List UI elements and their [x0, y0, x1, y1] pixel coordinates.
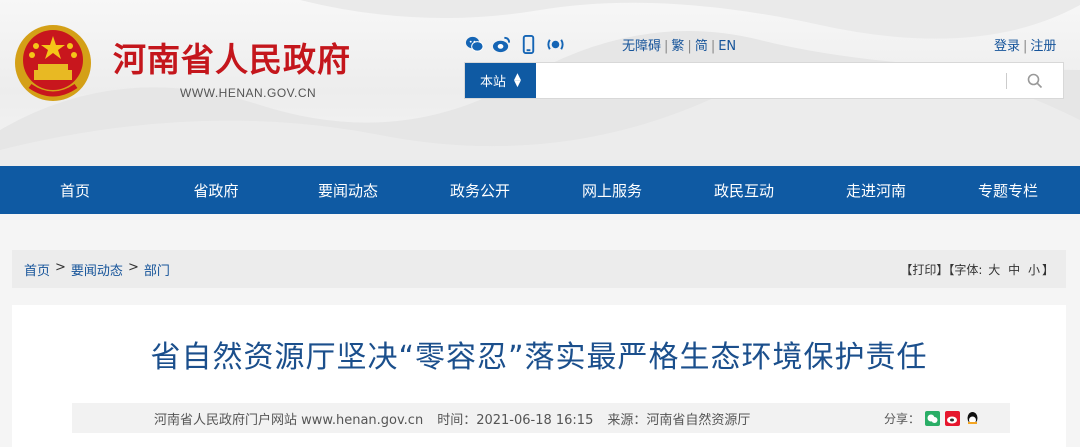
article: 省自然资源厅坚决“零容忍”落实最严格生态环境保护责任 河南省人民政府门户网站 w…	[12, 305, 1066, 447]
qq-share-icon[interactable]	[965, 411, 980, 426]
nav-item-government-affairs[interactable]: 政务公开	[414, 166, 546, 214]
article-title: 省自然资源厅坚决“零容忍”落实最严格生态环境保护责任	[150, 340, 928, 375]
article-meta: 河南省人民政府门户网站 www.henan.gov.cn 时间：2021-06-…	[72, 403, 1010, 433]
font-size-small[interactable]: 小	[1028, 263, 1040, 277]
national-emblem-icon	[15, 25, 91, 101]
wechat-icon[interactable]	[465, 35, 484, 54]
share-bar: 分享：	[884, 410, 980, 427]
main-nav: 首页 省政府 要闻动态 政务公开 网上服务 政民互动 走进河南 专题专栏	[0, 166, 1080, 214]
separator: |	[664, 39, 669, 54]
english-link[interactable]: EN	[718, 39, 736, 54]
search-icon	[1027, 73, 1043, 88]
login-link[interactable]: 登录	[994, 39, 1020, 54]
nav-item-special-topics[interactable]: 专题专栏	[942, 166, 1074, 214]
weibo-icon[interactable]	[492, 35, 511, 54]
breadcrumb-separator: >	[127, 259, 139, 275]
language-links: 无障碍 | 繁 | 简 | EN	[622, 35, 736, 54]
site-header: 河南省人民政府 WWW.HENAN.GOV.CN 无障碍 | 繁 | 简 | EN 登录 | 注…	[0, 0, 1080, 166]
font-size-large[interactable]: 大	[988, 263, 1000, 277]
nav-item-about-henan[interactable]: 走进河南	[810, 166, 942, 214]
nav-item-online-services[interactable]: 网上服务	[546, 166, 678, 214]
mobile-icon[interactable]	[519, 34, 538, 54]
social-icons	[465, 34, 565, 54]
breadcrumb-home[interactable]: 首页	[24, 260, 50, 279]
source-site: 河南省人民政府门户网站 www.henan.gov.cn	[154, 412, 424, 428]
separator: |	[1023, 39, 1028, 54]
search-scope-select[interactable]: 本站 ▲ ▼	[465, 63, 536, 98]
auth-links: 登录 | 注册	[994, 35, 1056, 54]
breadcrumb-news[interactable]: 要闻动态	[71, 260, 123, 279]
nav-item-provincial-government[interactable]: 省政府	[150, 166, 282, 214]
wechat-share-icon[interactable]	[925, 410, 940, 426]
search-button[interactable]	[1007, 63, 1063, 98]
weibo-share-icon[interactable]	[945, 410, 960, 426]
article-source: 来源：河南省自然资源厅	[607, 412, 751, 428]
separator: |	[687, 39, 692, 54]
font-size-medium[interactable]: 中	[1008, 263, 1020, 277]
breadcrumb-bar: 首页 > 要闻动态 > 部门 【打印】【字体: 大 中 小】	[12, 250, 1066, 288]
publish-time: 时间：2021-06-18 16:15	[437, 412, 594, 428]
font-size-label: 【字体:	[948, 262, 983, 277]
nav-item-news[interactable]: 要闻动态	[282, 166, 414, 214]
breadcrumb-department[interactable]: 部门	[144, 260, 170, 279]
sort-arrows-icon: ▲ ▼	[514, 71, 521, 89]
font-size-close: 】	[1041, 262, 1054, 277]
share-label: 分享：	[883, 411, 920, 426]
separator: |	[710, 39, 716, 54]
site-url: WWW.HENAN.GOV.CN	[180, 86, 317, 100]
register-link[interactable]: 注册	[1030, 39, 1056, 54]
search-box: 本站 ▲ ▼	[464, 62, 1064, 99]
accessibility-link[interactable]: 无障碍	[622, 39, 661, 54]
simplified-chinese-link[interactable]: 简	[695, 39, 708, 54]
broadcast-icon[interactable]	[546, 35, 565, 54]
page-tools: 【打印】【字体: 大 中 小】	[900, 261, 1054, 278]
nav-item-interaction[interactable]: 政民互动	[678, 166, 810, 214]
nav-item-home[interactable]: 首页	[0, 166, 150, 214]
search-input[interactable]	[536, 63, 1006, 98]
breadcrumb-separator: >	[55, 259, 66, 275]
site-title[interactable]: 河南省人民政府	[113, 33, 351, 81]
breadcrumb: 首页 > 要闻动态 > 部门	[24, 260, 170, 279]
traditional-chinese-link[interactable]: 繁	[671, 39, 684, 54]
print-button[interactable]: 【打印】	[900, 263, 948, 277]
search-scope-label: 本站	[480, 75, 507, 90]
